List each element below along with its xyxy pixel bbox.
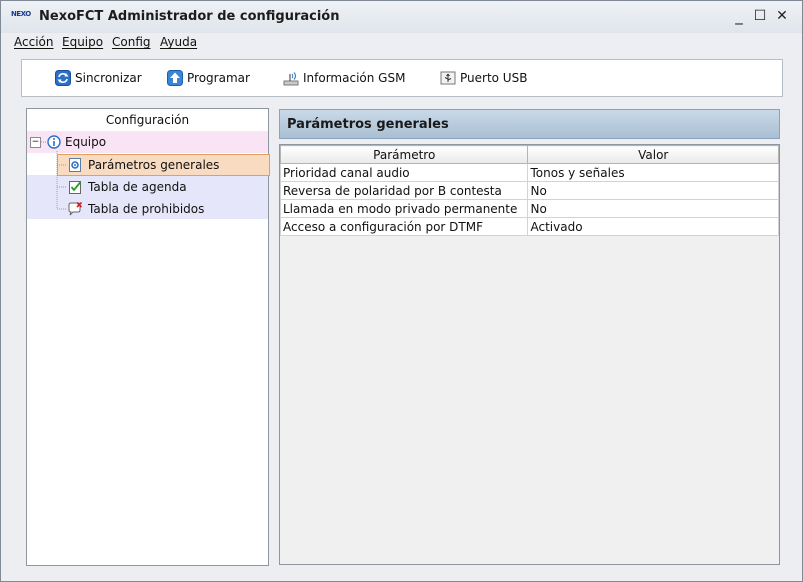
- program-label: Programar: [187, 71, 250, 85]
- parameter-name-cell: Prioridad canal audio: [279, 163, 529, 182]
- window-title: NexoFCT Administrador de configuración: [39, 9, 340, 24]
- menu-config[interactable]: Config: [112, 35, 151, 49]
- tree-item-prohibidos[interactable]: Tabla de prohibidos: [68, 198, 204, 220]
- section-header: Parámetros generales: [279, 109, 780, 139]
- gsm-antenna-icon: [283, 70, 299, 86]
- collapse-icon[interactable]: −: [30, 136, 41, 148]
- parameter-name-cell: Acceso a configuración por DTMF: [279, 217, 529, 236]
- maximize-button[interactable]: ☐: [751, 7, 769, 25]
- column-header-valor[interactable]: Valor: [527, 145, 779, 164]
- section-title: Parámetros generales: [287, 117, 449, 132]
- gsm-info-label: Información GSM: [303, 71, 406, 85]
- tree-item-equipo-label: Equipo: [65, 135, 107, 149]
- table-row[interactable]: Acceso a configuración por DTMF Activado: [279, 217, 779, 236]
- parameters-grid-panel: Parámetro Valor Prioridad canal audio To…: [279, 144, 780, 565]
- app-logo: NEXO: [11, 10, 31, 18]
- sync-icon: [55, 70, 71, 86]
- parameter-value-cell[interactable]: Activado: [527, 217, 779, 236]
- parameters-table: Parámetro Valor Prioridad canal audio To…: [279, 145, 779, 236]
- usb-port-icon: [440, 70, 456, 86]
- table-row[interactable]: Reversa de polaridad por B contesta No: [279, 181, 779, 200]
- parameter-value-cell[interactable]: No: [527, 181, 779, 200]
- parameter-value-cell[interactable]: Tonos y señales: [527, 163, 779, 182]
- tree-item-prohibidos-label: Tabla de prohibidos: [88, 202, 205, 216]
- tree-item-parametros[interactable]: Parámetros generales: [68, 154, 219, 176]
- upload-arrow-icon: [167, 70, 183, 86]
- title-bar: NEXO NexoFCT Administrador de configurac…: [1, 1, 802, 33]
- tree-item-parametros-label: Parámetros generales: [88, 158, 220, 172]
- parameter-name-cell: Llamada en modo privado permanente: [279, 199, 529, 218]
- table-row[interactable]: Llamada en modo privado permanente No: [279, 199, 779, 218]
- tree-item-equipo[interactable]: − Equipo: [30, 131, 106, 153]
- menu-accion[interactable]: Acción: [14, 35, 53, 49]
- blocked-call-icon: [68, 201, 83, 216]
- minimize-button[interactable]: _: [730, 7, 748, 25]
- parameter-value-cell[interactable]: No: [527, 199, 779, 218]
- app-window: NEXO NexoFCT Administrador de configurac…: [0, 0, 803, 582]
- table-row[interactable]: Prioridad canal audio Tonos y señales: [279, 163, 779, 182]
- column-header-parametro[interactable]: Parámetro: [279, 145, 529, 164]
- gsm-info-button[interactable]: Información GSM: [283, 68, 405, 88]
- sync-button[interactable]: Sincronizar: [55, 68, 142, 88]
- tree-item-agenda-label: Tabla de agenda: [88, 180, 187, 194]
- usb-port-button[interactable]: Puerto USB: [440, 68, 527, 88]
- menu-equipo[interactable]: Equipo: [62, 35, 103, 49]
- sync-label: Sincronizar: [75, 71, 142, 85]
- checklist-icon: [68, 180, 82, 194]
- menu-ayuda[interactable]: Ayuda: [160, 35, 197, 49]
- menu-bar: Acción Equipo Config Ayuda: [1, 33, 802, 53]
- info-icon: [47, 135, 61, 149]
- program-button[interactable]: Programar: [167, 68, 250, 88]
- close-button[interactable]: ✕: [773, 7, 791, 25]
- usb-port-label: Puerto USB: [460, 71, 528, 85]
- config-tree-panel: Configuración − Equipo Parámetros genera…: [26, 108, 270, 566]
- tree-item-agenda[interactable]: Tabla de agenda: [68, 176, 187, 198]
- toolbar: Sincronizar Programar Información GSM Pu…: [21, 59, 783, 97]
- gear-doc-icon: [68, 158, 82, 172]
- parameter-name-cell: Reversa de polaridad por B contesta: [279, 181, 529, 200]
